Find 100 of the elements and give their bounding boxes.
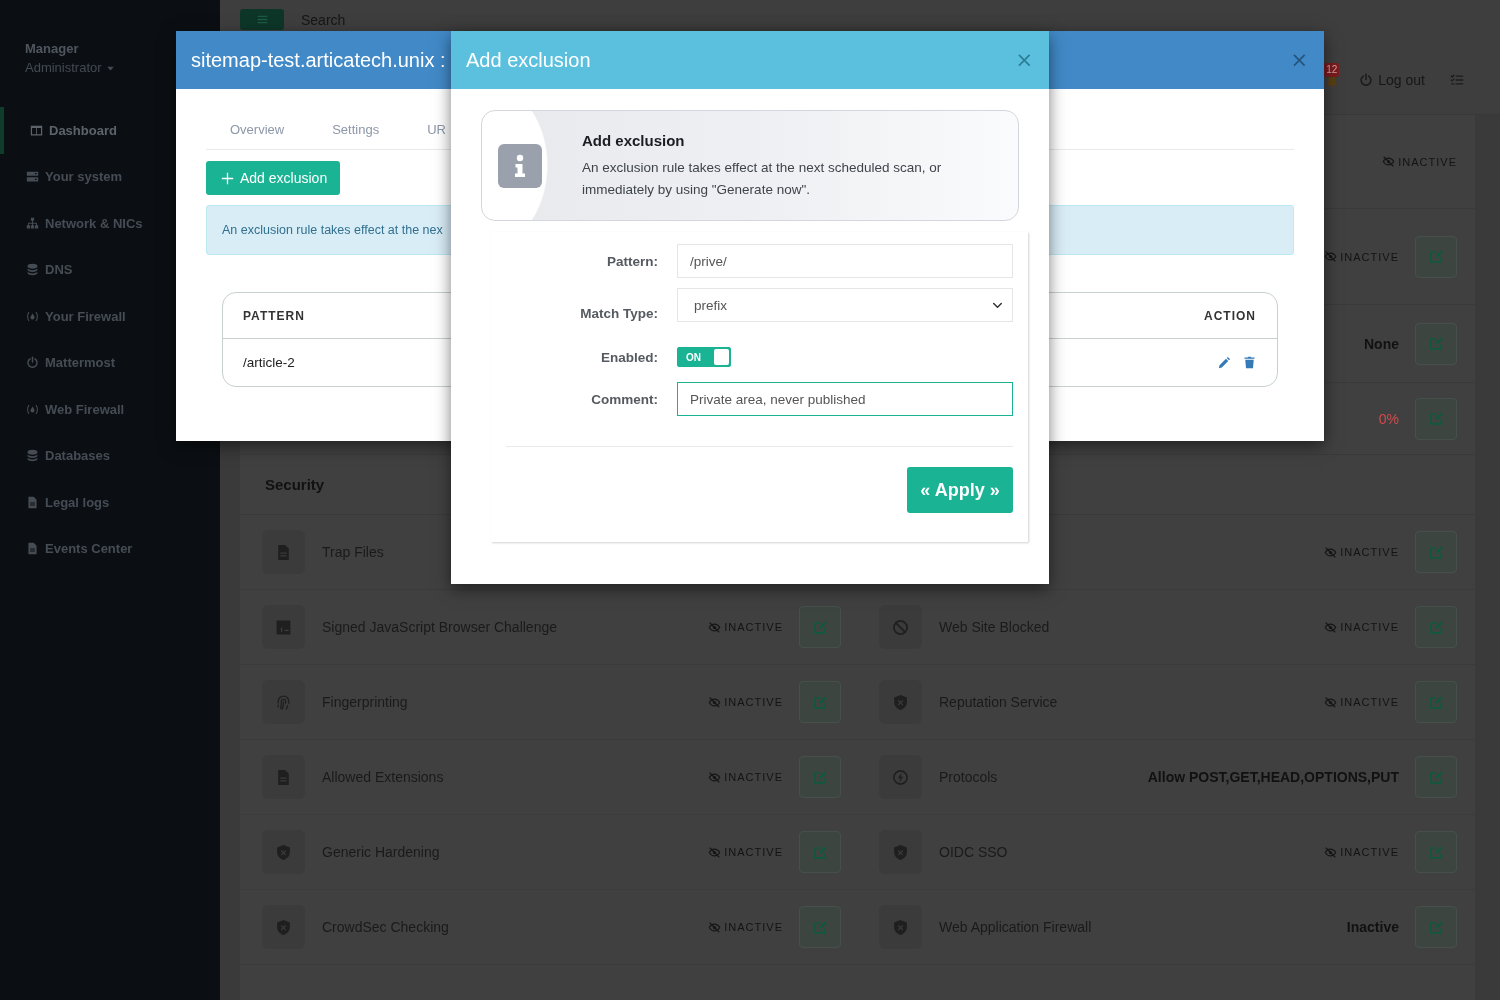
server-icon: [26, 170, 39, 184]
eye-slash-icon: [708, 770, 722, 784]
eye-slash-icon: [708, 695, 722, 709]
edit-button[interactable]: [799, 606, 841, 648]
edit-button[interactable]: [1415, 531, 1457, 573]
edit-button[interactable]: [799, 906, 841, 948]
tab[interactable]: UR: [425, 110, 448, 149]
table-cell: /article-2: [243, 355, 295, 370]
sidebar-item[interactable]: Events Center: [0, 525, 170, 572]
eye-slash-icon: [1324, 250, 1338, 263]
eye-slash-icon: [708, 920, 722, 934]
modal-title: Add exclusion: [466, 48, 591, 72]
eye-slash-icon: [1324, 545, 1338, 559]
sidebar-item[interactable]: Your Firewall: [0, 293, 170, 340]
fingerprint-icon: [262, 680, 305, 724]
sitemap-icon: [26, 216, 39, 230]
edit-button[interactable]: [799, 756, 841, 798]
power-icon: [26, 356, 39, 370]
select-field[interactable]: prefix: [677, 288, 1013, 322]
database-icon: [26, 263, 39, 277]
eye-slash-icon: [1324, 620, 1338, 634]
shield-icon: [879, 830, 922, 874]
shield-icon: [879, 905, 922, 949]
field-label: Comment:: [590, 391, 658, 407]
close-button[interactable]: ×: [1013, 49, 1035, 71]
edit-icon: [1428, 411, 1444, 426]
sidebar-item[interactable]: Web Firewall: [0, 386, 170, 433]
database-icon: [26, 449, 39, 463]
notification-badge: 12: [1324, 63, 1340, 77]
edit-icon: [812, 694, 828, 710]
edit-icon: [1428, 769, 1444, 785]
edit-icon: [1428, 694, 1444, 710]
toggle-switch[interactable]: ON: [677, 347, 731, 367]
shield-icon: [879, 680, 922, 724]
sidebar-item[interactable]: Mattermost: [0, 339, 170, 386]
eye-slash-icon: [708, 620, 722, 634]
user-name: Manager: [25, 41, 79, 57]
input-field[interactable]: Private area, never published: [677, 382, 1013, 416]
apply-button[interactable]: « Apply »: [907, 467, 1013, 513]
sidebar-item[interactable]: Network & NICs: [0, 200, 170, 247]
edit-button[interactable]: [799, 831, 841, 873]
edit-button[interactable]: [1415, 397, 1457, 440]
flame-icon: [26, 309, 39, 323]
sidebar-item[interactable]: Dashboard: [0, 107, 170, 154]
power-icon: [1359, 73, 1374, 87]
edit-icon: [812, 769, 828, 785]
edit-button[interactable]: [1415, 831, 1457, 873]
tab[interactable]: Overview: [228, 110, 287, 149]
shield-icon: [262, 905, 305, 949]
info-title: Add exclusion: [582, 130, 686, 151]
user-role[interactable]: Administrator: [25, 59, 102, 77]
sidebar-item[interactable]: Your system: [0, 153, 170, 200]
ban-icon: [879, 605, 922, 649]
edit-button[interactable]: [1415, 322, 1457, 365]
pencil-icon[interactable]: [1218, 356, 1231, 369]
list-icon[interactable]: [1450, 73, 1464, 87]
close-button[interactable]: ×: [1288, 49, 1310, 71]
file-icon: [26, 495, 39, 509]
tab[interactable]: Settings: [330, 110, 382, 149]
eye-slash-icon: [708, 845, 722, 859]
edit-icon: [1428, 619, 1444, 635]
sidebar-item[interactable]: Legal logs: [0, 479, 170, 526]
edit-icon: [812, 619, 828, 635]
edit-button[interactable]: [1415, 606, 1457, 648]
menu-icon: [255, 14, 269, 25]
edit-icon: [812, 844, 828, 860]
info-text: An exclusion rule takes effect at the next scheduled scan, or immediately by using "Generate now".: [582, 158, 943, 199]
edit-icon: [1428, 336, 1444, 351]
edit-icon: [1428, 844, 1444, 860]
shield-icon: [262, 830, 305, 874]
edit-button[interactable]: [799, 681, 841, 723]
field-label: Enabled:: [600, 349, 658, 365]
sidebar-item[interactable]: Databases: [0, 432, 170, 479]
file-icon: [262, 530, 305, 574]
columns-icon: [30, 123, 43, 137]
edit-icon: [1428, 919, 1444, 935]
script-icon: [262, 605, 305, 649]
sidebar-item[interactable]: DNS: [0, 246, 170, 293]
menu-button[interactable]: [240, 9, 284, 30]
field-label: Pattern:: [606, 253, 658, 269]
add-exclusion-button[interactable]: Add exclusion: [206, 161, 341, 195]
plus-icon: [221, 171, 234, 185]
trash-icon[interactable]: [1243, 356, 1256, 369]
eye-slash-icon: [1324, 845, 1338, 859]
status-label: 0%: [1378, 410, 1399, 427]
edit-icon: [1428, 544, 1444, 560]
edit-button[interactable]: [1415, 906, 1457, 948]
edit-button[interactable]: [1415, 235, 1457, 278]
field-label: Match Type:: [579, 306, 658, 321]
file-icon: [262, 755, 305, 799]
eye-slash-icon: [1382, 155, 1396, 168]
edit-button[interactable]: [1415, 756, 1457, 798]
input-field[interactable]: /prive/: [677, 244, 1013, 278]
eye-slash-icon: [1324, 695, 1338, 709]
modal-title: sitemap-test.articatech.unix :: [191, 48, 446, 72]
edit-button[interactable]: [1415, 681, 1457, 723]
edit-icon: [812, 919, 828, 935]
flame-icon: [26, 402, 39, 416]
column-header: PATTERN: [243, 308, 305, 323]
bolt-icon: [879, 755, 922, 799]
